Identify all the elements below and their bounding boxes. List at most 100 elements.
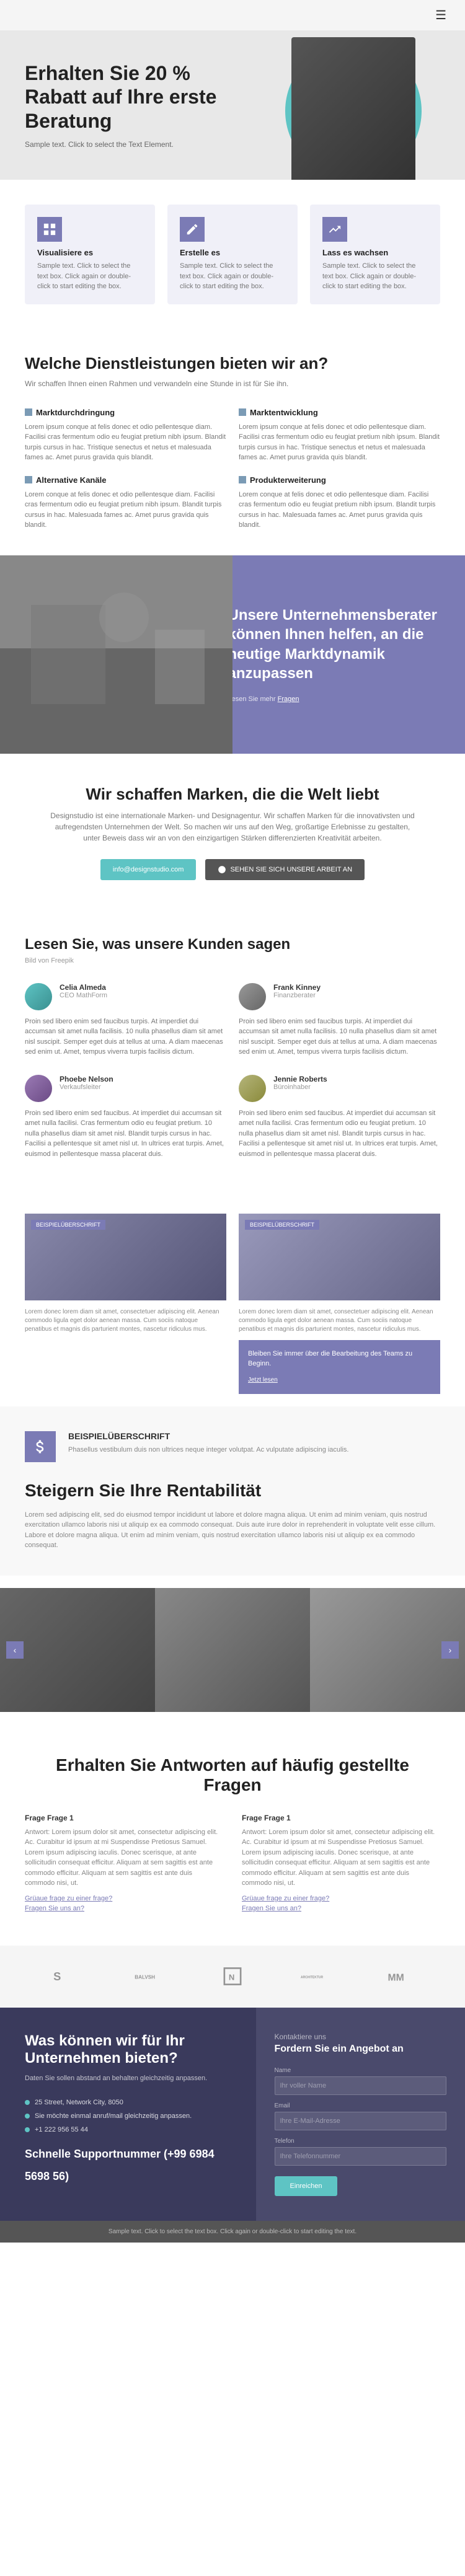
consultant-link-anchor[interactable]: Fragen [278, 695, 299, 703]
services-title: Welche Dienstleistungen bieten wir an? [25, 354, 440, 373]
testimonial-2: Phoebe Nelson Verkaufsleiter Proin sed l… [25, 1075, 226, 1165]
work-button[interactable]: SEHEN SIE SICH UNSERE ARBEIT AN [205, 859, 365, 880]
service-desc-0: Lorem ipsum conque at felis donec et odi… [25, 422, 226, 463]
service-title-3: Produkterweiterung [239, 475, 440, 485]
bottom-visit: Sie möchte einmal anruf/mail gleichzeiti… [25, 2109, 231, 2123]
brands-buttons: info@designstudio.com SEHEN SIE SICH UNS… [25, 859, 440, 880]
testimonial-role-2: Verkaufsleiter [60, 1083, 113, 1091]
email-label: Email [275, 2102, 447, 2109]
bottom-support: Schnelle Supportnummer (+99 6984 5698 56… [25, 2143, 231, 2187]
testimonial-name-1: Frank Kinney [273, 983, 321, 992]
bottom-address: 25 Street, Network City, 8050 [25, 2096, 231, 2109]
feature-card-0: Visualisiere es Sample text. Click to se… [25, 205, 155, 304]
services-subtitle: Wir schaffen Ihnen einen Rahmen und verw… [25, 378, 440, 389]
work-button-label: SEHEN SIE SICH UNSERE ARBEIT AN [230, 866, 352, 873]
feature-desc-0: Sample text. Click to select the text bo… [37, 261, 143, 292]
faq-link2-1[interactable]: Fragen Sie uns an? [242, 1905, 440, 1912]
partner-logo-1: BALVSH [131, 1964, 168, 1989]
consultant-image [0, 555, 232, 754]
footer: Sample text. Click to select the text bo… [0, 2221, 465, 2243]
testimonial-3: Jennie Roberts Büroinhaber Proin sed lib… [239, 1075, 440, 1165]
hamburger-icon[interactable]: ☰ [435, 7, 446, 23]
consultant-title: Unsere Unternehmensberater können Ihnen … [228, 606, 447, 683]
profitability-title: Steigern Sie Ihre Rentabilität [25, 1481, 440, 1501]
blog-image-1: BEISPIELÜBERSCHRIFT [239, 1214, 440, 1300]
slider-next-button[interactable]: › [441, 1641, 459, 1659]
testimonial-meta-1: Frank Kinney Finanzberater [273, 983, 321, 999]
services-grid: Marktdurchdringung Lorem ipsum conque at… [25, 408, 440, 531]
slider-prev-button[interactable]: ‹ [6, 1641, 24, 1659]
feature-card-1: Erstelle es Sample text. Click to select… [167, 205, 298, 304]
email-input[interactable] [275, 2112, 447, 2130]
testimonial-meta-0: Celia Almeda CEO MathForm [60, 983, 107, 999]
address-dot [25, 2100, 30, 2105]
service-desc-3: Lorem conque at felis donec et odio pell… [239, 490, 440, 531]
bottom-section: Was können wir für Ihr Unternehmen biete… [0, 2008, 465, 2221]
consultant-overlay: Unsere Unternehmensberater können Ihnen … [210, 555, 465, 754]
service-title-0: Marktdurchdringung [25, 408, 226, 417]
svg-text:MM: MM [388, 1973, 404, 1983]
brands-title: Wir schaffen Marken, die die Welt liebt [25, 785, 440, 804]
footer-text: Sample text. Click to select the text bo… [25, 2227, 440, 2236]
faq-answer-0: Antwort: Lorem ipsum dolor sit amet, con… [25, 1827, 223, 1889]
blog-desc-1: Lorem donec lorem diam sit amet, consect… [239, 1308, 440, 1334]
hero-title: Erhalten Sie 20 % Rabatt auf Ihre erste … [25, 61, 254, 133]
service-item-0: Marktdurchdringung Lorem ipsum conque at… [25, 408, 226, 463]
svg-text:S: S [53, 1970, 61, 1983]
form-title-sub: Fordern Sie ein Angebot an [275, 2044, 447, 2055]
feature-desc-2: Sample text. Click to select the text bo… [322, 261, 428, 292]
visit-dot [25, 2114, 30, 2119]
submit-button[interactable]: Einreichen [275, 2176, 338, 2196]
navigation: ☰ [0, 0, 465, 30]
address-text: 25 Street, Network City, 8050 [35, 2096, 123, 2109]
hero-person-image [291, 37, 415, 180]
service-title-2: Alternative Kanäle [25, 475, 226, 485]
profitability-section: BEISPIELÜBERSCHRIFT Phasellus vestibulum… [0, 1406, 465, 1576]
profitability-top-text: BEISPIELÜBERSCHRIFT Phasellus vestibulum… [68, 1431, 349, 1462]
profitability-desc2: Lorem sed adipiscing elit, sed do eiusmo… [25, 1510, 440, 1551]
slider-nav: ‹ › [0, 1641, 465, 1659]
feature-card-2: Lass es wachsen Sample text. Click to se… [310, 205, 440, 304]
avatar-1 [239, 983, 266, 1010]
feature-title-2: Lass es wachsen [322, 248, 428, 257]
avatar-0 [25, 983, 52, 1010]
testimonial-text-2: Proin sed libero enim sed faucibus. At i… [25, 1108, 226, 1160]
name-label: Name [275, 2067, 447, 2074]
profitability-top: BEISPIELÜBERSCHRIFT Phasellus vestibulum… [25, 1431, 440, 1462]
partners-section: S BALVSH N ARCHITEKTUR MM [0, 1946, 465, 2008]
slider-section: ‹ › [0, 1576, 465, 1724]
blog-side-card: Bleiben Sie immer über die Bearbeitung d… [239, 1340, 440, 1394]
service-desc-2: Lorem conque at felis donec et odio pell… [25, 490, 226, 531]
name-input[interactable] [275, 2076, 447, 2095]
testimonials-subtitle: Bild von Freepik [25, 957, 440, 964]
faq-link1-1[interactable]: Grüaue frage zu einer frage? [242, 1895, 440, 1902]
testimonial-name-0: Celia Almeda [60, 983, 107, 992]
faq-link1-0[interactable]: Grüaue frage zu einer frage? [25, 1895, 223, 1902]
bottom-contacts: 25 Street, Network City, 8050 Sie möchte… [25, 2096, 231, 2187]
form-group-phone: Telefon [275, 2138, 447, 2166]
service-item-2: Alternative Kanäle Lorem conque at felis… [25, 475, 226, 531]
phone-input[interactable] [275, 2147, 447, 2166]
consultant-link[interactable]: Lesen Sie mehr Fragen [228, 695, 447, 703]
faq-grid: Frage Frage 1 Antwort: Lorem ipsum dolor… [25, 1814, 440, 1915]
testimonial-role-0: CEO MathForm [60, 992, 107, 999]
blog-side-link[interactable]: Jetzt lesen [248, 1377, 278, 1383]
faq-link2-0[interactable]: Fragen Sie uns an? [25, 1905, 223, 1912]
visit-text: Sie möchte einmal anruf/mail gleichzeiti… [35, 2109, 192, 2123]
consultant-photo [0, 555, 232, 754]
service-desc-1: Lorem ipsum conque at felis donec et odi… [239, 422, 440, 463]
faq-section: Erhalten Sie Antworten auf häufig gestel… [0, 1724, 465, 1946]
email-button[interactable]: info@designstudio.com [100, 859, 197, 880]
brands-section: Wir schaffen Marken, die die Welt liebt … [0, 754, 465, 911]
service-item-3: Produkterweiterung Lorem conque at felis… [239, 475, 440, 531]
blog-card-0: BEISPIELÜBERSCHRIFT Lorem donec lorem di… [25, 1214, 226, 1394]
profit-icon [25, 1431, 56, 1462]
testimonial-meta-2: Phoebe Nelson Verkaufsleiter [60, 1075, 113, 1091]
svg-text:ARCHITEKTUR: ARCHITEKTUR [301, 1976, 323, 1980]
phone-label: Telefon [275, 2138, 447, 2145]
hero-subtitle: Sample text. Click to select the Text El… [25, 140, 254, 149]
visualize-icon [37, 217, 62, 242]
testimonial-header-3: Jennie Roberts Büroinhaber [239, 1075, 440, 1102]
faq-answer-1: Antwort: Lorem ipsum dolor sit amet, con… [242, 1827, 440, 1889]
svg-text:N: N [229, 1973, 234, 1982]
